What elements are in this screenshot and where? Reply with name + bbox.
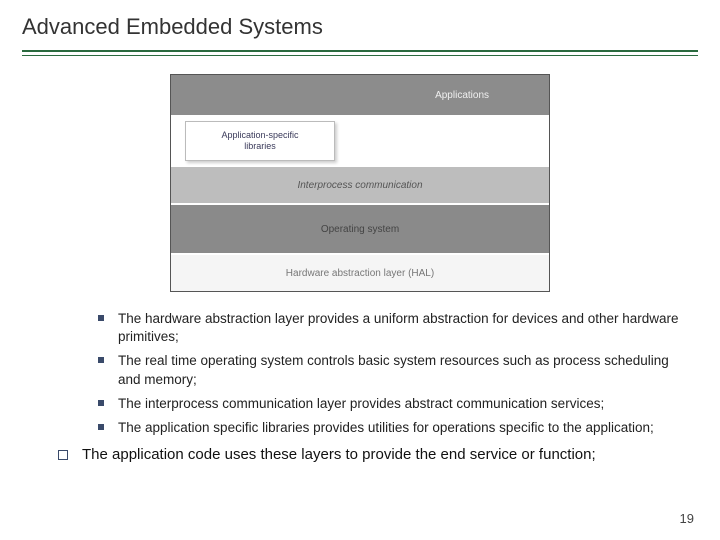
layer-libraries-row: Application-specific libraries	[171, 117, 549, 165]
slide: Advanced Embedded Systems Applications A…	[0, 0, 720, 540]
list-item: The interprocess communication layer pro…	[98, 395, 686, 413]
content-area: The hardware abstraction layer provides …	[22, 310, 698, 466]
layer-os: Operating system	[171, 205, 549, 253]
layer-libraries-line2: libraries	[244, 141, 276, 152]
summary-text: The application code uses these layers t…	[82, 446, 596, 463]
layer-applications-label: Applications	[435, 90, 489, 101]
bullet-list: The hardware abstraction layer provides …	[98, 310, 686, 437]
diagram-container: Applications Application-specific librar…	[22, 74, 698, 292]
bullet-text: The application specific libraries provi…	[118, 420, 654, 435]
layer-ipc: Interprocess communication	[171, 167, 549, 203]
bullet-text: The interprocess communication layer pro…	[118, 396, 604, 411]
layer-os-label: Operating system	[321, 224, 399, 235]
layer-libraries-line1: Application-specific	[221, 130, 298, 141]
slide-title: Advanced Embedded Systems	[22, 14, 698, 48]
layer-hal-label: Hardware abstraction layer (HAL)	[286, 268, 434, 279]
bullet-text: The hardware abstraction layer provides …	[118, 311, 679, 344]
list-item: The real time operating system controls …	[98, 352, 686, 388]
layer-hal: Hardware abstraction layer (HAL)	[171, 255, 549, 291]
layer-ipc-label: Interprocess communication	[297, 180, 422, 191]
summary-list: The application code uses these layers t…	[58, 445, 686, 465]
title-rule	[22, 50, 698, 56]
bullet-text: The real time operating system controls …	[118, 353, 669, 386]
list-item: The hardware abstraction layer provides …	[98, 310, 686, 346]
layer-diagram: Applications Application-specific librar…	[170, 74, 550, 292]
page-number: 19	[680, 511, 694, 526]
summary-item: The application code uses these layers t…	[58, 445, 686, 465]
layer-applications: Applications	[171, 75, 549, 115]
list-item: The application specific libraries provi…	[98, 419, 686, 437]
layer-libraries-box: Application-specific libraries	[185, 121, 335, 161]
